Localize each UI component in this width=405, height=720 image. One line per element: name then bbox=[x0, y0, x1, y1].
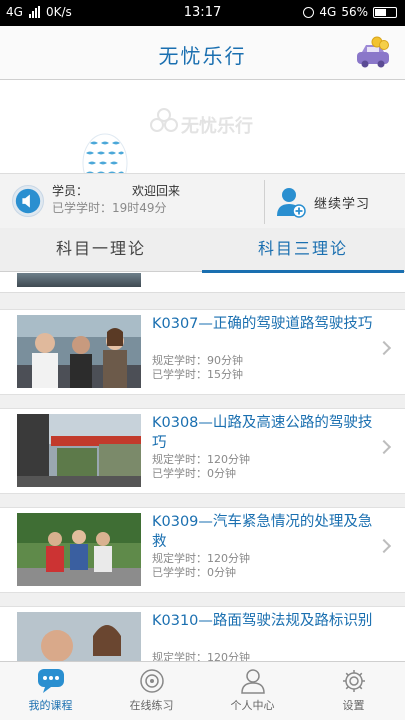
course-thumbnail bbox=[17, 273, 141, 287]
nav-settings[interactable]: 设置 bbox=[303, 662, 404, 720]
tab-subject-one[interactable]: 科目一理论 bbox=[0, 228, 202, 272]
divider bbox=[264, 180, 265, 224]
tab-subject-three[interactable]: 科目三理论 bbox=[202, 228, 404, 273]
nav-online-practice[interactable]: 在线练习 bbox=[101, 662, 202, 720]
course-list[interactable]: K0307—正确的驾驶道路驾驶技巧 规定学时：90分钟 已学学时：15分钟 K0… bbox=[0, 273, 405, 661]
course-required-time: 规定学时：120分钟 bbox=[152, 453, 250, 466]
course-studied-time: 已学学时：15分钟 bbox=[152, 368, 243, 381]
banner: 无忧乐行 bbox=[0, 81, 405, 193]
greeting-suffix: 欢迎回来 bbox=[132, 184, 181, 198]
battery-percent: 56% bbox=[341, 5, 368, 19]
course-thumbnail bbox=[17, 513, 141, 586]
car-coins-icon[interactable] bbox=[353, 36, 393, 70]
course-item[interactable]: K0309—汽车紧急情况的处理及急救 规定学时：120分钟 已学学时：0分钟 bbox=[0, 507, 405, 593]
speaker-icon[interactable] bbox=[12, 185, 44, 217]
studied-time: 已学学时：19时49分 bbox=[52, 201, 167, 215]
target-icon bbox=[140, 669, 164, 693]
subject-tabs: 科目一理论 科目三理论 bbox=[0, 228, 405, 273]
course-title: K0310—路面驾驶法规及路标识别 bbox=[152, 613, 373, 629]
course-item[interactable]: K0307—正确的驾驶道路驾驶技巧 规定学时：90分钟 已学学时：15分钟 bbox=[0, 309, 405, 395]
nav-label: 设置 bbox=[342, 699, 365, 712]
tab-subject-one-label: 科目一理论 bbox=[55, 239, 146, 258]
tab-subject-three-label: 科目三理论 bbox=[257, 239, 348, 258]
course-studied-time: 已学学时：0分钟 bbox=[152, 566, 236, 579]
course-thumbnail bbox=[17, 414, 141, 487]
course-thumbnail bbox=[17, 315, 141, 388]
person-icon bbox=[241, 669, 265, 694]
continue-learning-button[interactable]: 继续学习 bbox=[276, 182, 370, 222]
app-header: 无忧乐行 bbox=[0, 26, 405, 80]
watermark-logo-icon bbox=[150, 108, 178, 132]
course-title: K0307—正确的驾驶道路驾驶技巧 bbox=[152, 316, 373, 332]
course-title: K0308—山路及高速公路的驾驶技巧 bbox=[152, 415, 373, 451]
battery-icon bbox=[373, 6, 397, 18]
user-add-icon bbox=[277, 188, 306, 218]
bottom-nav: 我的课程 在线练习 个人中心 设置 bbox=[0, 661, 405, 720]
course-title: K0309—汽车紧急情况的处理及急救 bbox=[152, 514, 373, 550]
nav-personal-center[interactable]: 个人中心 bbox=[202, 662, 303, 720]
nav-label: 在线练习 bbox=[129, 699, 174, 712]
nav-label: 个人中心 bbox=[230, 699, 275, 712]
user-lines: 学员： 欢迎回来 已学学时：19时49分 bbox=[52, 183, 180, 217]
course-required-time: 规定学时：120分钟 bbox=[152, 552, 250, 565]
gear-icon bbox=[343, 670, 365, 692]
user-greeting: 学员： 欢迎回来 bbox=[52, 183, 180, 200]
alarm-icon bbox=[303, 6, 315, 18]
course-thumbnail bbox=[17, 612, 141, 661]
continue-learning-label: 继续学习 bbox=[314, 196, 371, 212]
app-title: 无忧乐行 bbox=[158, 44, 247, 68]
course-item[interactable]: K0310—路面驾驶法规及路标识别 规定学时：120分钟 bbox=[0, 606, 405, 661]
user-info-bar: 学员： 欢迎回来 已学学时：19时49分 继续学习 bbox=[0, 173, 405, 228]
chat-bubble-icon bbox=[38, 669, 64, 693]
list-item-partial[interactable] bbox=[0, 273, 405, 293]
nav-my-courses[interactable]: 我的课程 bbox=[0, 662, 101, 720]
course-studied-time: 已学学时：0分钟 bbox=[152, 467, 236, 480]
course-required-time: 规定学时：90分钟 bbox=[152, 354, 243, 367]
status-right: 4G 56% bbox=[303, 5, 397, 19]
banner-watermark: 无忧乐行 bbox=[181, 116, 253, 137]
course-item[interactable]: K0308—山路及高速公路的驾驶技巧 规定学时：120分钟 已学学时：0分钟 bbox=[0, 408, 405, 494]
course-required-time: 规定学时：120分钟 bbox=[152, 651, 250, 661]
network-type-right: 4G bbox=[319, 5, 337, 19]
nav-label: 我的课程 bbox=[28, 699, 73, 712]
chevron-right-icon bbox=[376, 340, 392, 356]
greeting-prefix: 学员： bbox=[52, 184, 89, 198]
status-bar: 4G 0K/s 13:17 4G 56% bbox=[0, 0, 405, 26]
